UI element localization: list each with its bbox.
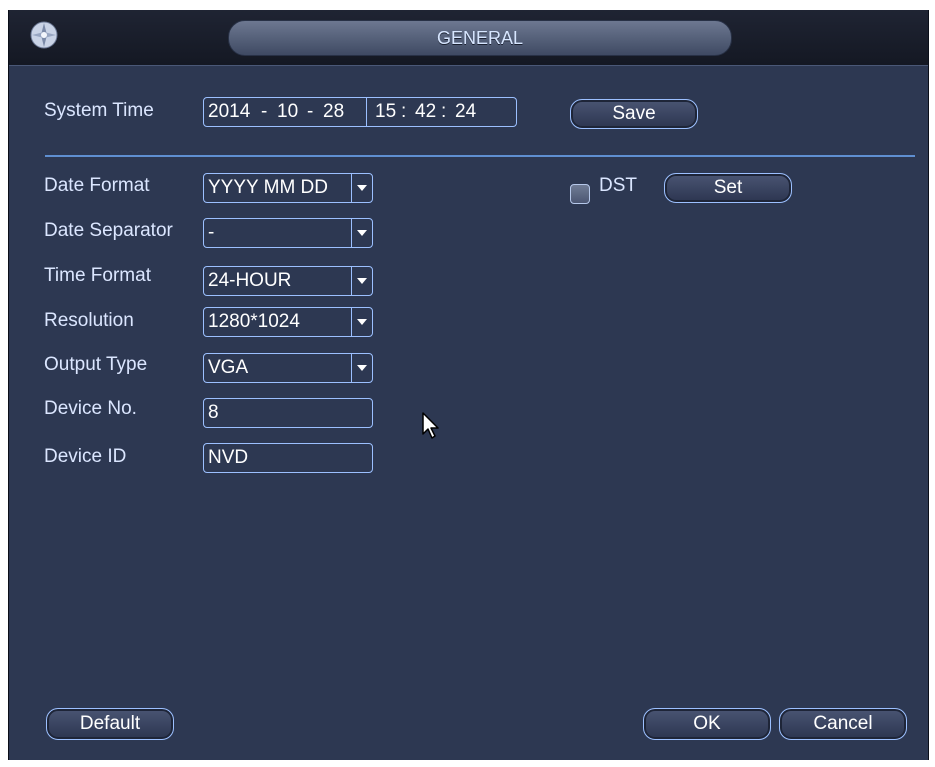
time-separator-1: : bbox=[401, 101, 407, 122]
date-separator-2: - bbox=[307, 101, 314, 122]
time-hour[interactable]: 15 bbox=[375, 98, 396, 126]
output-type-select[interactable]: VGA bbox=[203, 353, 373, 383]
chevron-down-icon[interactable] bbox=[351, 354, 372, 382]
device-no-label: Device No. bbox=[44, 398, 137, 419]
dst-checkbox[interactable] bbox=[570, 184, 590, 204]
device-id-label: Device ID bbox=[44, 446, 127, 467]
time-separator-2: : bbox=[441, 101, 447, 122]
resolution-label: Resolution bbox=[44, 310, 134, 331]
window-title: GENERAL bbox=[436, 27, 524, 48]
mouse-pointer-icon bbox=[422, 412, 442, 445]
ok-button[interactable]: OK bbox=[643, 708, 771, 740]
date-day[interactable]: 28 bbox=[323, 98, 344, 126]
general-settings-window: GENERAL System Time 2014 - 10 - 28 15 : … bbox=[8, 10, 929, 760]
output-type-label: Output Type bbox=[44, 354, 148, 375]
dst-set-button[interactable]: Set bbox=[664, 173, 792, 203]
date-separator-select[interactable]: - bbox=[203, 218, 373, 248]
date-separator-label: Date Separator bbox=[44, 220, 173, 241]
resolution-value: 1280*1024 bbox=[208, 311, 300, 332]
window-title-pill: GENERAL bbox=[228, 20, 732, 56]
resolution-select[interactable]: 1280*1024 bbox=[203, 307, 373, 337]
chevron-down-icon[interactable] bbox=[351, 308, 372, 336]
device-id-input[interactable]: NVD bbox=[203, 443, 373, 473]
section-divider bbox=[45, 155, 915, 157]
chevron-down-icon[interactable] bbox=[351, 267, 372, 295]
date-separator-value: - bbox=[208, 222, 215, 243]
time-format-value: 24-HOUR bbox=[208, 270, 292, 291]
chevron-down-icon[interactable] bbox=[351, 174, 372, 202]
dst-label: DST bbox=[599, 175, 637, 196]
system-date-field[interactable]: 2014 - 10 - 28 bbox=[203, 97, 367, 127]
system-time-field[interactable]: 15 : 42 : 24 bbox=[367, 97, 517, 127]
date-year[interactable]: 2014 bbox=[208, 98, 250, 126]
time-format-label: Time Format bbox=[44, 265, 151, 286]
system-time-label: System Time bbox=[44, 100, 154, 121]
date-separator-1: - bbox=[261, 101, 268, 122]
cancel-button[interactable]: Cancel bbox=[779, 708, 907, 740]
date-format-select[interactable]: YYYY MM DD bbox=[203, 173, 373, 203]
save-button[interactable]: Save bbox=[570, 99, 698, 129]
date-month[interactable]: 10 bbox=[277, 98, 298, 126]
default-button[interactable]: Default bbox=[46, 708, 174, 740]
output-type-value: VGA bbox=[208, 357, 249, 378]
date-format-label: Date Format bbox=[44, 175, 150, 196]
date-format-value: YYYY MM DD bbox=[208, 177, 329, 198]
device-no-input[interactable]: 8 bbox=[203, 398, 373, 428]
time-second[interactable]: 24 bbox=[455, 98, 476, 126]
time-format-select[interactable]: 24-HOUR bbox=[203, 266, 373, 296]
app-logo-icon bbox=[29, 20, 59, 50]
chevron-down-icon[interactable] bbox=[351, 219, 372, 247]
title-bar: GENERAL bbox=[9, 10, 928, 66]
time-minute[interactable]: 42 bbox=[415, 98, 436, 126]
